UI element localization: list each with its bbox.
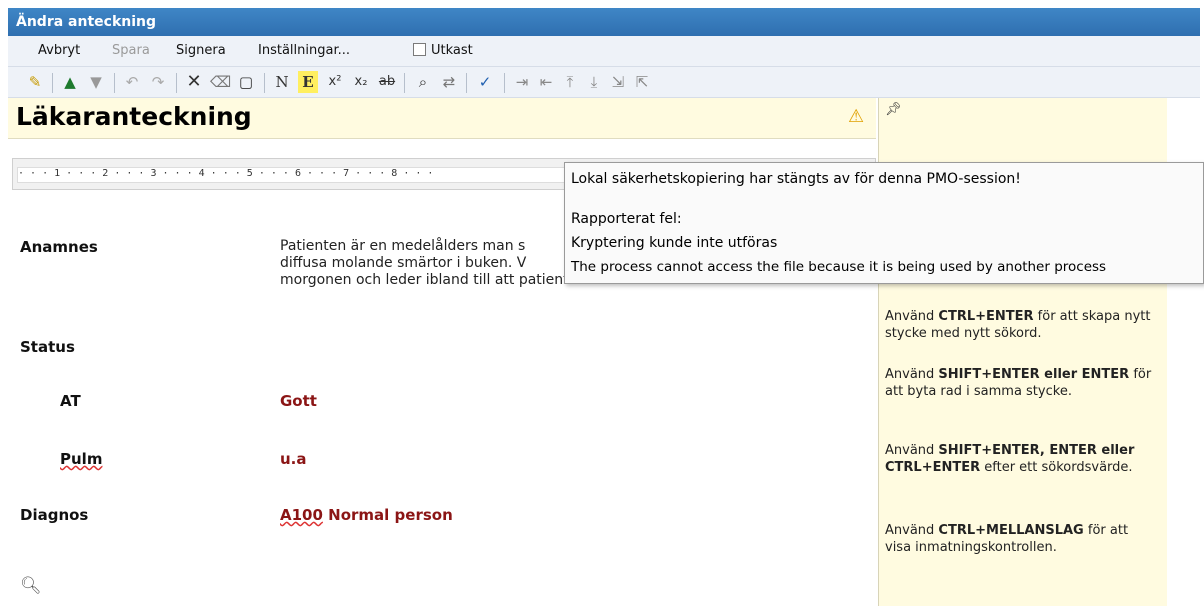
search-icon[interactable]: 🔍︎: [20, 576, 42, 596]
delete-icon[interactable]: ✕: [184, 71, 204, 93]
at-value[interactable]: Gott: [280, 392, 317, 410]
pin-icon[interactable]: 📌︎: [885, 102, 902, 117]
status-label: Status: [20, 338, 75, 356]
move-down-icon[interactable]: ⤓: [584, 71, 604, 93]
normal-text-button[interactable]: N: [272, 71, 292, 93]
tooltip-line-3: Kryptering kunde inte utföras: [571, 235, 778, 251]
tooltip-line-1: Lokal säkerhetskopiering har stängts av …: [571, 171, 1021, 187]
diagnos-value[interactable]: A100 Normal person: [280, 506, 453, 524]
replace-icon[interactable]: ⇄: [438, 71, 460, 93]
find-icon[interactable]: ⌕: [412, 71, 434, 93]
redo-icon[interactable]: ↷: [148, 71, 168, 93]
help-tip-2: Använd SHIFT+ENTER eller ENTER för att b…: [885, 367, 1152, 399]
help-tip-3: Använd SHIFT+ENTER, ENTER eller CTRL+ENT…: [885, 443, 1135, 475]
edit-note-window: Ändra anteckning Avbryt Spara Signera In…: [8, 8, 1200, 606]
pulm-value[interactable]: u.a: [280, 450, 307, 468]
new-note-icon[interactable]: ✎: [24, 71, 46, 93]
note-header: Läkaranteckning ⚠: [8, 98, 876, 139]
pulm-label: Pulm: [60, 450, 103, 468]
strikethrough-button[interactable]: ab: [376, 71, 398, 93]
warning-icon[interactable]: ⚠: [848, 106, 864, 127]
help-tip-1: Använd CTRL+ENTER för att skapa nytt sty…: [885, 309, 1151, 341]
cancel-button[interactable]: Avbryt: [38, 43, 80, 58]
draft-checkbox[interactable]: [413, 43, 426, 56]
note-heading: Läkaranteckning: [16, 102, 252, 131]
backup-warning-tooltip: Lokal säkerhetskopiering har stängts av …: [564, 162, 1204, 284]
window-title: Ändra anteckning: [8, 8, 1200, 36]
sign-button[interactable]: Signera: [176, 43, 226, 58]
indent-icon[interactable]: ⇥: [512, 71, 532, 93]
arrow-down-icon[interactable]: ▼: [86, 71, 106, 93]
save-button[interactable]: Spara: [112, 43, 150, 58]
subscript-button[interactable]: x₂: [350, 71, 372, 93]
move-up-icon[interactable]: ⤒: [560, 71, 580, 93]
anamnes-label: Anamnes: [20, 238, 98, 256]
help-tip-4: Använd CTRL+MELLANSLAG för att visa inma…: [885, 523, 1129, 555]
superscript-button[interactable]: x²: [324, 71, 346, 93]
draft-label: Utkast: [431, 43, 473, 58]
page-icon[interactable]: ▢: [236, 71, 256, 93]
ruler-scale: · · · 1 · · · 2 · · · 3 · · · 4 · · · 5 …: [17, 167, 571, 183]
menu-bar: Avbryt Spara Signera Inställningar... Ut…: [8, 36, 1200, 67]
expand-icon[interactable]: ⇲: [608, 71, 628, 93]
spellcheck-icon[interactable]: ✓: [474, 71, 496, 93]
tooltip-line-2: Rapporterat fel:: [571, 211, 682, 227]
tooltip-line-4: The process cannot access the file becau…: [571, 259, 1107, 275]
arrow-up-icon[interactable]: ▲: [60, 71, 80, 93]
toolbar: ✎ ▲ ▼ ↶ ↷ ✕ ⌫ ▢ N E x² x₂ ab ⌕ ⇄ ✓ ⇥ ⇤ ⤒…: [8, 67, 1200, 98]
collapse-icon[interactable]: ⇱: [632, 71, 652, 93]
clear-format-icon[interactable]: ⌫: [210, 71, 231, 93]
undo-icon[interactable]: ↶: [122, 71, 142, 93]
settings-menu[interactable]: Inställningar...: [258, 43, 350, 58]
outdent-icon[interactable]: ⇤: [536, 71, 556, 93]
emphasis-button[interactable]: E: [298, 71, 318, 93]
diagnos-label: Diagnos: [20, 506, 89, 524]
at-label: AT: [60, 392, 81, 410]
